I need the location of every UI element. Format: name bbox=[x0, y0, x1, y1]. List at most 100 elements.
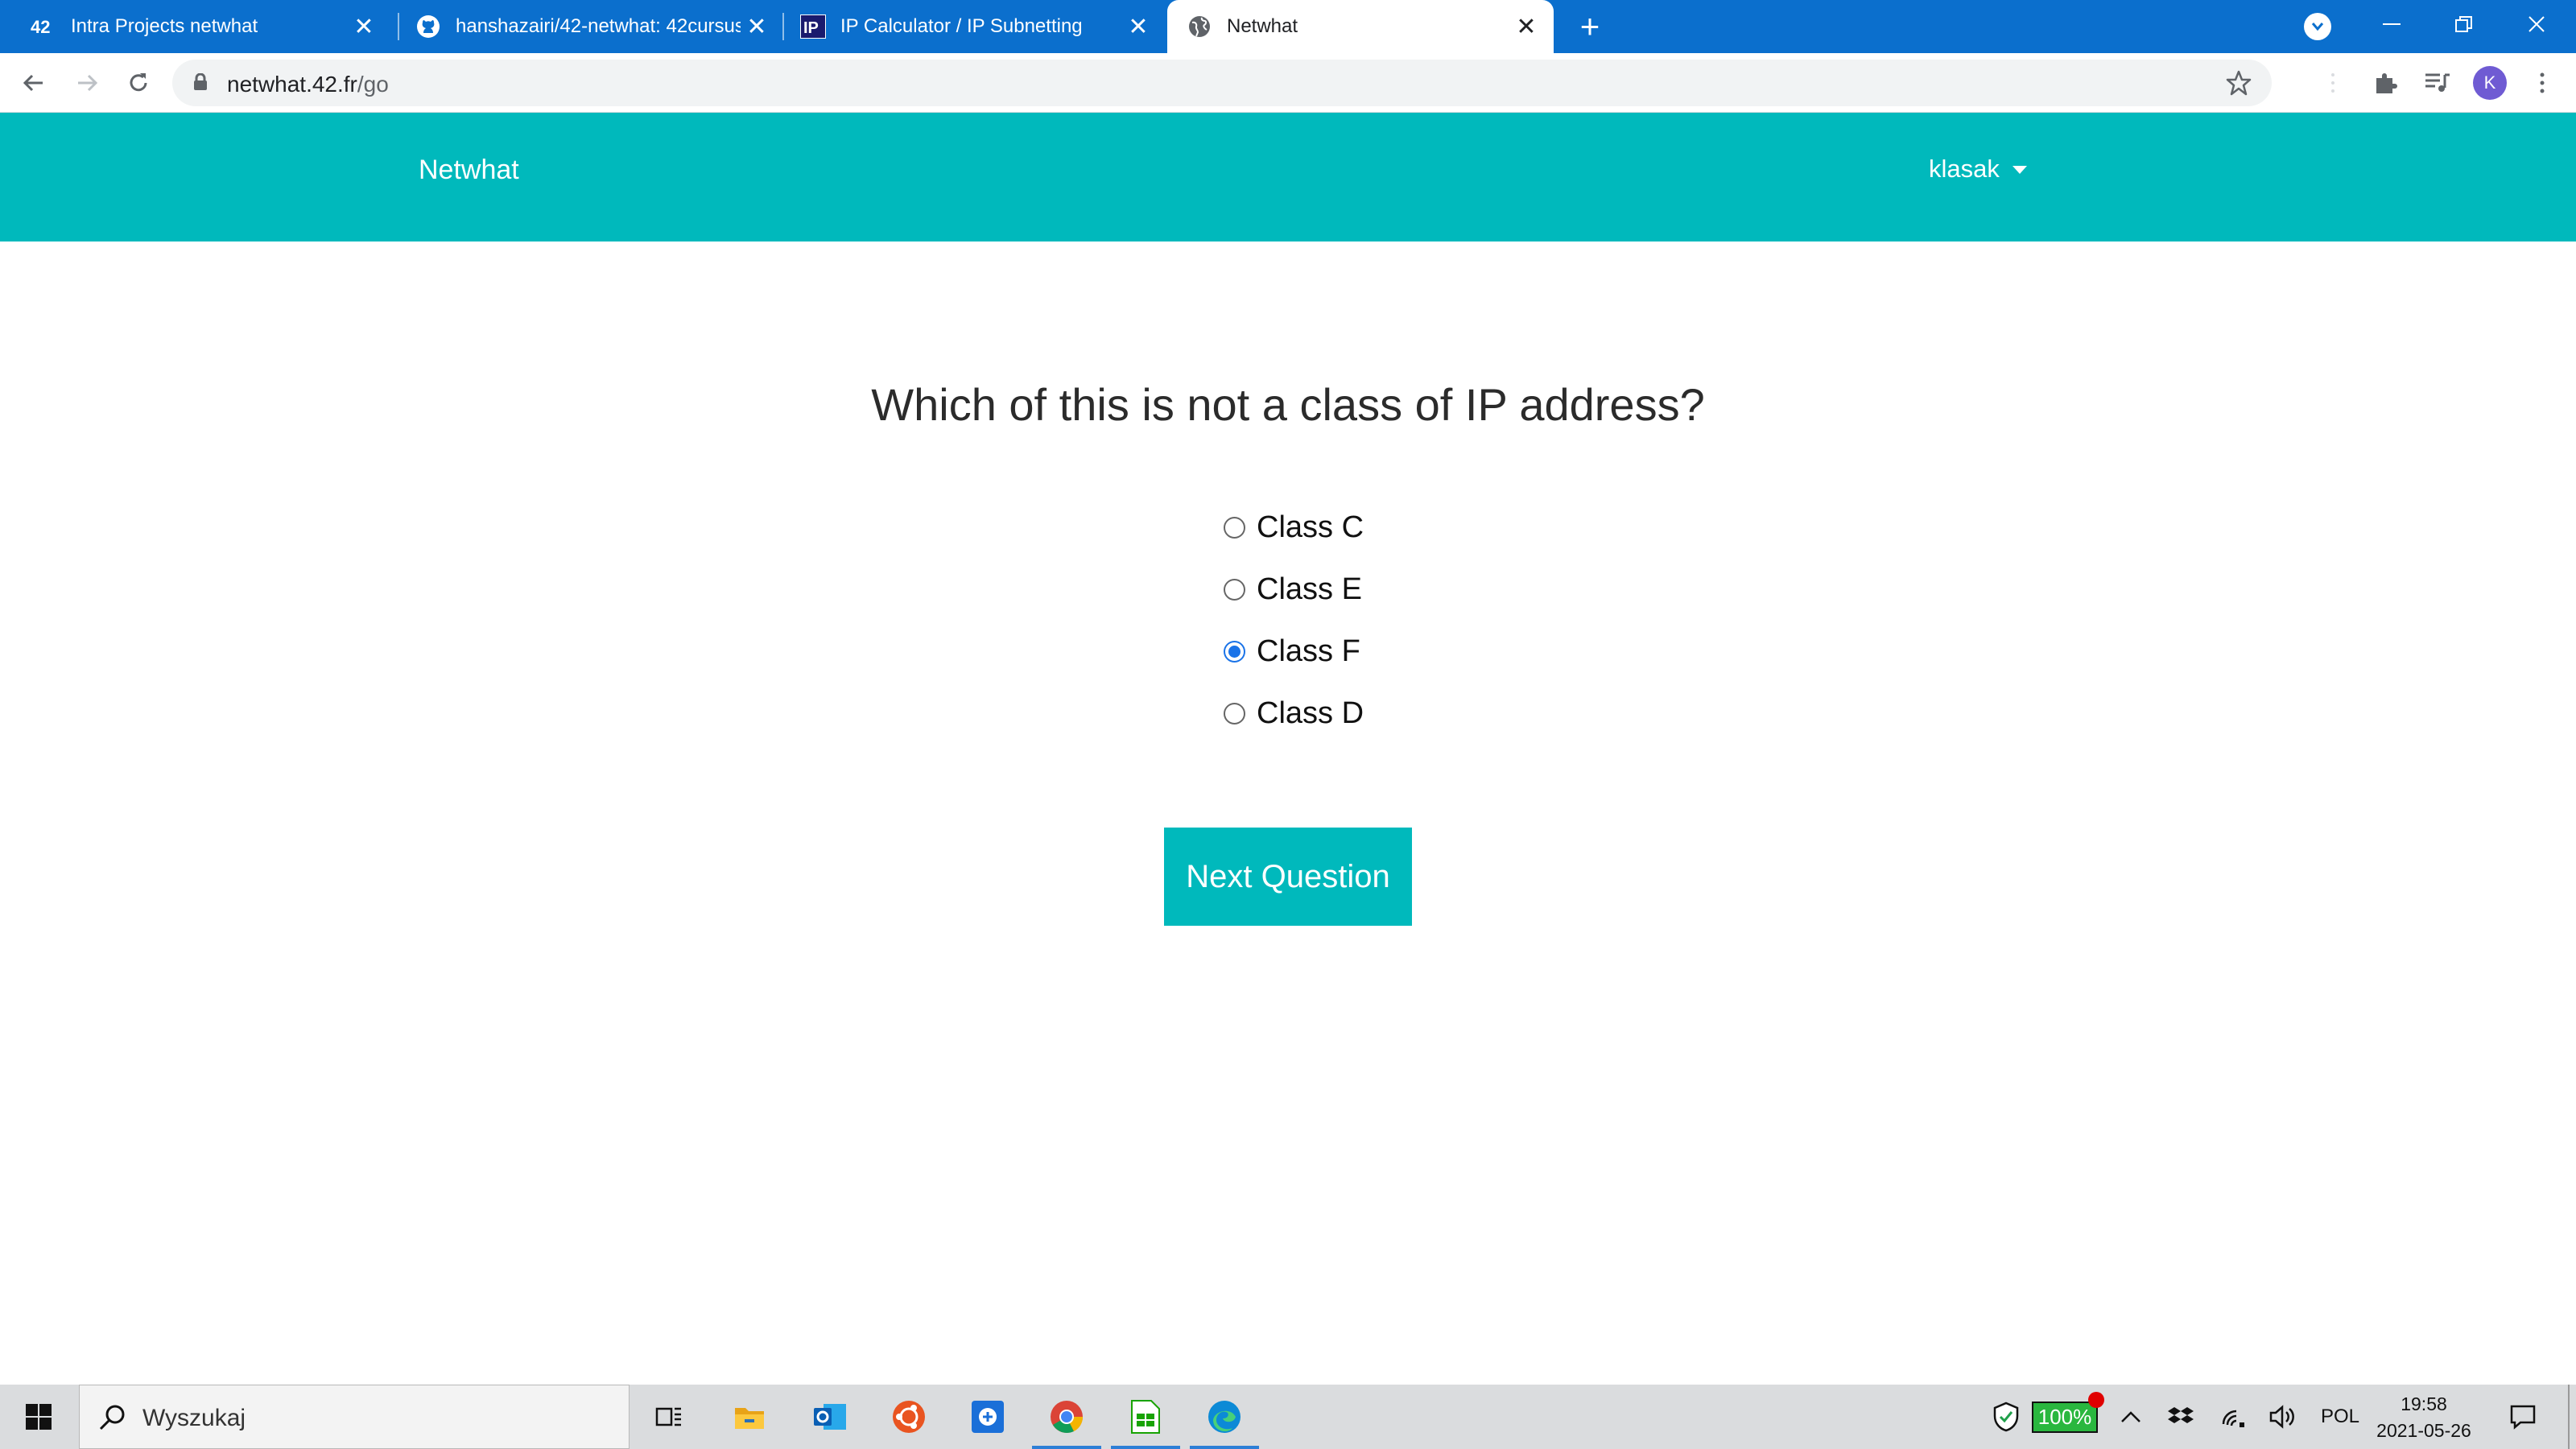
minimize-button[interactable] bbox=[2355, 0, 2428, 48]
show-hidden-icons-button[interactable] bbox=[2112, 1385, 2149, 1449]
show-desktop-divider[interactable] bbox=[2568, 1385, 2570, 1449]
task-view-button[interactable] bbox=[631, 1385, 707, 1449]
clock-time: 19:58 bbox=[2401, 1393, 2447, 1414]
radio-button[interactable] bbox=[1224, 516, 1245, 539]
bookmark-star-icon[interactable] bbox=[2225, 69, 2252, 101]
dropbox-icon bbox=[2168, 1407, 2194, 1423]
github-icon bbox=[415, 14, 441, 39]
globe-icon bbox=[1187, 14, 1212, 39]
url-host: netwhat.42.fr bbox=[227, 72, 357, 97]
browser-toolbar: netwhat.42.fr/go K bbox=[0, 53, 2576, 113]
tab-intra-projects[interactable]: 42 Intra Projects netwhat ✕ bbox=[0, 0, 391, 53]
taskbar-search[interactable]: Wyszukaj bbox=[79, 1385, 630, 1449]
svg-text:IP: IP bbox=[803, 19, 819, 37]
lock-icon bbox=[193, 72, 208, 95]
security-shield-icon[interactable] bbox=[1990, 1385, 2022, 1449]
radio-button-selected[interactable] bbox=[1224, 640, 1245, 663]
option-label: Class C bbox=[1257, 510, 1364, 544]
svg-text:42: 42 bbox=[31, 18, 50, 35]
caret-down-icon bbox=[2012, 166, 2027, 174]
option-label: Class E bbox=[1257, 572, 1362, 606]
tab-close-icon[interactable]: ✕ bbox=[1510, 10, 1542, 43]
spreadsheet-app[interactable] bbox=[1108, 1385, 1183, 1449]
ubuntu-app[interactable] bbox=[871, 1385, 947, 1449]
restore-button[interactable] bbox=[2428, 0, 2500, 48]
edge-icon bbox=[1208, 1401, 1241, 1433]
wifi-icon bbox=[2222, 1410, 2244, 1427]
tab-ip-calculator[interactable]: IP IP Calculator / IP Subnetting ✕ bbox=[784, 0, 1166, 53]
reload-button[interactable] bbox=[119, 64, 158, 102]
tab-close-icon[interactable]: ✕ bbox=[348, 10, 380, 43]
forward-button[interactable] bbox=[68, 64, 106, 102]
site-navbar: Netwhat klasak bbox=[0, 113, 2576, 242]
option-label: Class D bbox=[1257, 696, 1364, 730]
username: klasak bbox=[1929, 155, 2000, 183]
tab-title: Intra Projects netwhat bbox=[71, 15, 258, 37]
search-placeholder: Wyszukaj bbox=[142, 1405, 246, 1431]
minimize-icon bbox=[2383, 23, 2401, 25]
edge-app[interactable] bbox=[1187, 1385, 1262, 1449]
windows-logo-icon bbox=[26, 1404, 52, 1430]
speaker-icon bbox=[2269, 1405, 2294, 1429]
reload-icon bbox=[130, 73, 147, 92]
outlook-icon bbox=[814, 1404, 846, 1430]
outlook-app[interactable] bbox=[792, 1385, 868, 1449]
tab-close-icon[interactable]: ✕ bbox=[741, 10, 773, 43]
snip-sketch-icon bbox=[972, 1401, 1004, 1433]
start-button[interactable] bbox=[0, 1385, 77, 1449]
vertical-dots-icon bbox=[2540, 72, 2545, 93]
spreadsheet-icon bbox=[1131, 1400, 1160, 1434]
radio-button[interactable] bbox=[1224, 702, 1245, 724]
ubuntu-icon bbox=[893, 1401, 925, 1433]
option-class-c[interactable]: Class C bbox=[1224, 504, 1364, 551]
battery-percent: 100% bbox=[2037, 1404, 2092, 1429]
battery-indicator[interactable]: 100% bbox=[2027, 1385, 2105, 1449]
user-dropdown[interactable]: klasak bbox=[1929, 155, 2027, 184]
option-label: Class F bbox=[1257, 634, 1360, 668]
notification-icon bbox=[2510, 1405, 2536, 1430]
tab-netwhat[interactable]: Netwhat ✕ bbox=[1167, 0, 1554, 53]
option-class-d[interactable]: Class D bbox=[1224, 690, 1364, 737]
tab-github[interactable]: hanshazairi/42-netwhat: 42cursus ✕ bbox=[399, 0, 784, 53]
notification-dot bbox=[2088, 1391, 2105, 1408]
vertical-dots-icon bbox=[2331, 73, 2334, 93]
url-text: netwhat.42.fr/go bbox=[227, 72, 389, 97]
tab-close-icon[interactable]: ✕ bbox=[1122, 10, 1154, 43]
close-window-button[interactable] bbox=[2500, 0, 2573, 48]
clock-date: 2021-05-26 bbox=[2376, 1420, 2471, 1441]
tab-search-button[interactable] bbox=[2304, 13, 2331, 40]
windows-taskbar: Wyszukaj 100% POL 19:58 2021-05-26 bbox=[0, 1385, 2576, 1449]
address-bar[interactable]: netwhat.42.fr/go bbox=[172, 60, 2272, 106]
puzzle-icon bbox=[2376, 73, 2397, 93]
radio-button[interactable] bbox=[1224, 578, 1245, 601]
url-path: /go bbox=[357, 72, 389, 97]
option-class-e[interactable]: Class E bbox=[1224, 566, 1364, 613]
back-button[interactable] bbox=[14, 64, 53, 102]
option-class-f[interactable]: Class F bbox=[1224, 628, 1364, 675]
task-view-icon bbox=[655, 1407, 681, 1426]
tab-title: hanshazairi/42-netwhat: 42cursus bbox=[456, 15, 741, 37]
new-tab-button[interactable]: + bbox=[1571, 7, 1608, 45]
tab-title: IP Calculator / IP Subnetting bbox=[840, 15, 1083, 37]
volume-tray[interactable] bbox=[2265, 1385, 2301, 1449]
extensions-button[interactable] bbox=[2367, 64, 2405, 102]
site-brand-link[interactable]: Netwhat bbox=[419, 155, 519, 186]
next-question-button[interactable]: Next Question bbox=[1164, 828, 1412, 926]
profile-avatar[interactable]: K bbox=[2473, 66, 2507, 100]
extension-menu-dots[interactable] bbox=[2314, 64, 2352, 102]
chrome-menu-button[interactable] bbox=[2523, 64, 2562, 102]
snipping-tool-app[interactable] bbox=[950, 1385, 1026, 1449]
chevron-up-icon bbox=[2121, 1411, 2140, 1422]
action-center-button[interactable] bbox=[2505, 1385, 2541, 1449]
tab-title: Netwhat bbox=[1227, 15, 1298, 37]
42-logo-icon: 42 bbox=[31, 14, 56, 39]
chrome-app[interactable] bbox=[1029, 1385, 1104, 1449]
question-text: Which of this is not a class of IP addre… bbox=[871, 379, 1705, 430]
media-controls-button[interactable] bbox=[2418, 64, 2457, 102]
file-explorer-app[interactable] bbox=[712, 1385, 787, 1449]
network-tray[interactable] bbox=[2215, 1385, 2251, 1449]
system-clock[interactable]: 19:58 2021-05-26 bbox=[2372, 1391, 2476, 1444]
input-language[interactable]: POL bbox=[2315, 1385, 2365, 1449]
browser-tab-strip: 42 Intra Projects netwhat ✕ hanshazairi/… bbox=[0, 0, 2576, 53]
dropbox-tray[interactable] bbox=[2162, 1385, 2199, 1449]
